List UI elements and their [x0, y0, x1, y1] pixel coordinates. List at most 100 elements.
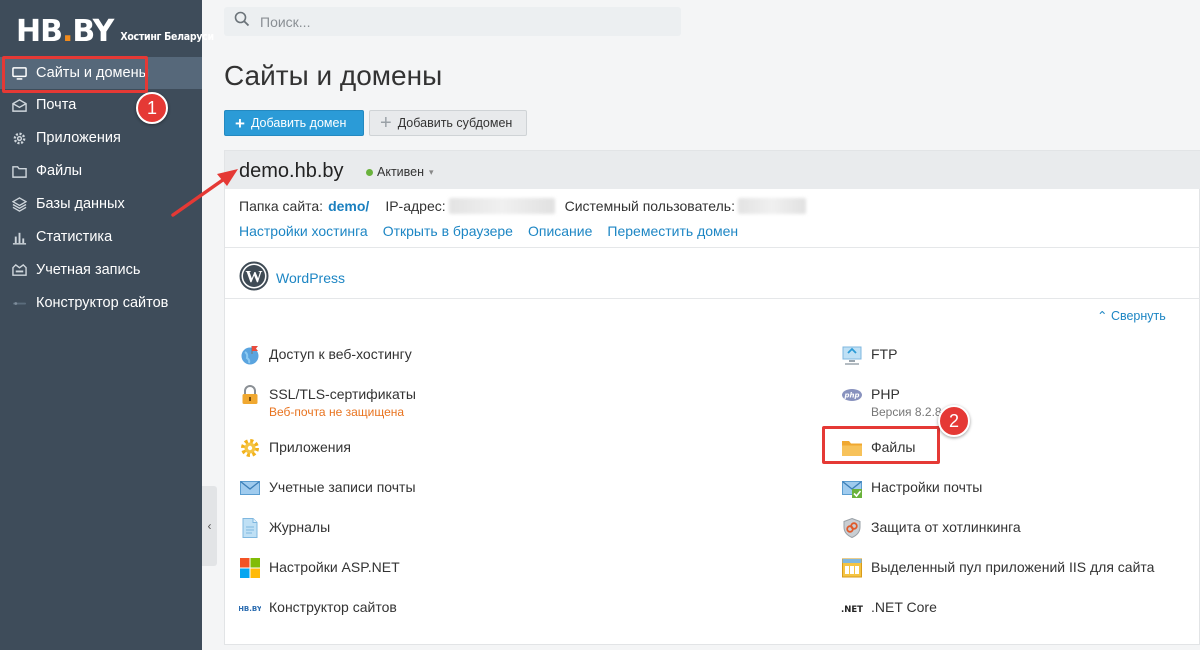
- ip-label: IP-адрес:: [385, 198, 446, 214]
- tool-label: Настройки ASP.NET: [269, 559, 400, 575]
- search-input[interactable]: [260, 13, 660, 30]
- tool-mail-accounts[interactable]: Учетные записи почты: [239, 479, 416, 499]
- divider: [225, 247, 1200, 248]
- logo[interactable]: HB.BY Хостинг Беларуси: [16, 10, 214, 50]
- logo-subtitle: Хостинг Беларуси: [120, 31, 214, 43]
- bar-chart-icon: [12, 230, 27, 245]
- gear-icon: [12, 131, 27, 146]
- domain-links: Настройки хостинга Открыть в браузере Оп…: [239, 223, 738, 239]
- tool-aspnet-settings[interactable]: Настройки ASP.NET: [239, 557, 400, 579]
- search-bar[interactable]: [224, 7, 681, 36]
- collapse-link[interactable]: ⌃ Свернуть: [1097, 308, 1166, 323]
- php-icon: php: [841, 384, 863, 406]
- description-link[interactable]: Описание: [528, 223, 592, 239]
- layers-icon: [12, 196, 27, 212]
- tool-web-hosting-access[interactable]: Доступ к веб-хостингу: [239, 346, 412, 366]
- hbby-icon: HB.BY: [239, 597, 261, 619]
- lock-icon: [239, 384, 261, 406]
- sidebar-item-site-builder[interactable]: Конструктор сайтов: [0, 287, 202, 319]
- sidebar-collapse-button[interactable]: ‹: [202, 486, 217, 566]
- tool-site-builder[interactable]: HB.BY Конструктор сайтов: [239, 599, 397, 619]
- collapse-label: Свернуть: [1110, 309, 1166, 323]
- hosting-settings-link[interactable]: Настройки хостинга: [239, 223, 368, 239]
- add-domain-button[interactable]: + Добавить домен: [224, 110, 364, 136]
- sidebar-item-applications[interactable]: Приложения: [0, 122, 202, 154]
- monitor-icon: [12, 66, 27, 81]
- ip-value-redacted: [448, 198, 555, 214]
- tool-label: Приложения: [269, 439, 351, 455]
- gear-icon: [239, 437, 261, 459]
- folder-icon: [12, 164, 27, 179]
- sidebar-item-sites-domains[interactable]: Сайты и домены: [0, 57, 202, 89]
- sidebar-item-label: Конструктор сайтов: [36, 295, 169, 311]
- tool-label: Доступ к веб-хостингу: [269, 346, 412, 362]
- wordpress-icon: W: [239, 261, 276, 294]
- status-label: Активен: [377, 165, 425, 179]
- globe-flag-icon: [239, 344, 261, 366]
- wordpress-app[interactable]: W WordPress: [239, 261, 345, 294]
- chevron-down-icon: ▾: [429, 166, 434, 177]
- folder-label: Папка сайта:: [239, 198, 324, 214]
- folder-icon: [841, 437, 863, 459]
- chevron-left-icon: ‹: [207, 519, 212, 533]
- tool-label: Настройки почты: [871, 479, 983, 495]
- tool-php[interactable]: php PHP Версия 8.2.8: [841, 386, 942, 419]
- svg-text:.NET: .NET: [841, 605, 863, 615]
- tool-ssl-certificates[interactable]: SSL/TLS-сертификаты Веб-почта не защищена: [239, 384, 416, 419]
- annotation-arrow: [171, 169, 238, 217]
- add-subdomain-button[interactable]: + Добавить субдомен: [369, 110, 527, 136]
- tool-label: Журналы: [269, 519, 331, 535]
- annotation-badge-1: 1: [136, 92, 168, 124]
- tool-label: Защита от хотлинкинга: [871, 519, 1021, 535]
- add-domain-label: Добавить домен: [250, 116, 347, 130]
- tool-label: Выделенный пул приложений IIS для сайта: [871, 559, 1155, 575]
- open-in-browser-link[interactable]: Открыть в браузере: [383, 223, 513, 239]
- sidebar-item-label: Файлы: [36, 163, 83, 179]
- windows-icon: [239, 557, 261, 579]
- plus-icon: +: [235, 113, 245, 133]
- svg-text:W: W: [246, 267, 263, 286]
- svg-text:php: php: [843, 392, 859, 400]
- wordpress-label[interactable]: WordPress: [276, 270, 345, 286]
- chevron-up-icon: ⌃: [1097, 309, 1111, 323]
- domain-card: demo.hb.by Активен ▾ Папка сайта: demo/ …: [224, 150, 1200, 645]
- tool-iis-app-pool[interactable]: Выделенный пул приложений IIS для сайта: [841, 558, 1155, 579]
- domain-status[interactable]: Активен ▾: [366, 165, 434, 179]
- logo-mark: HB.BY: [16, 14, 114, 49]
- sidebar-item-label: Учетная запись: [36, 262, 141, 278]
- sidebar-item-account[interactable]: Учетная запись: [0, 254, 202, 286]
- sidebar-item-label: Сайты и домены: [36, 65, 150, 81]
- move-domain-link[interactable]: Переместить домен: [607, 223, 738, 239]
- tool-hotlink-protection[interactable]: Защита от хотлинкинга: [841, 517, 1021, 539]
- tool-label: Конструктор сайтов: [269, 599, 397, 615]
- tool-ftp[interactable]: FTP: [841, 346, 897, 366]
- site-builder-icon: [12, 296, 27, 311]
- tool-label: Файлы: [871, 439, 916, 455]
- folder-link[interactable]: demo/: [328, 198, 369, 214]
- envelope-icon: [12, 98, 27, 113]
- status-dot-icon: [366, 168, 373, 176]
- account-icon: [12, 263, 27, 278]
- tool-logs[interactable]: Журналы: [239, 518, 331, 539]
- sidebar-item-statistics[interactable]: Статистика: [0, 221, 202, 253]
- sidebar-item-label: Приложения: [36, 130, 121, 146]
- search-icon: [234, 11, 260, 32]
- tool-dotnet-core[interactable]: .NET .NET Core: [841, 599, 937, 619]
- php-version-text: Версия 8.2.8: [871, 405, 942, 419]
- sidebar: HB.BY Хостинг Беларуси Сайты и домены По…: [0, 0, 214, 650]
- plus-outline-icon: +: [380, 112, 392, 134]
- sidebar-item-mail[interactable]: Почта: [0, 89, 202, 121]
- tool-files[interactable]: Файлы: [841, 439, 915, 459]
- tool-label: PHP: [871, 386, 900, 402]
- ssl-warning-text: Веб-почта не защищена: [269, 405, 405, 419]
- tool-mail-settings[interactable]: Настройки почты: [841, 479, 982, 499]
- sidebar-item-label: Почта: [36, 97, 77, 113]
- mail-settings-icon: [841, 477, 863, 499]
- domain-name[interactable]: demo.hb.by: [239, 160, 344, 183]
- page-title: Сайты и домены: [224, 60, 443, 91]
- tool-applications[interactable]: Приложения: [239, 439, 351, 459]
- tool-label: FTP: [871, 346, 898, 362]
- dotnet-icon: .NET: [841, 597, 863, 619]
- domain-card-header: demo.hb.by Активен ▾: [225, 151, 1200, 189]
- tool-label: SSL/TLS-сертификаты: [269, 386, 416, 402]
